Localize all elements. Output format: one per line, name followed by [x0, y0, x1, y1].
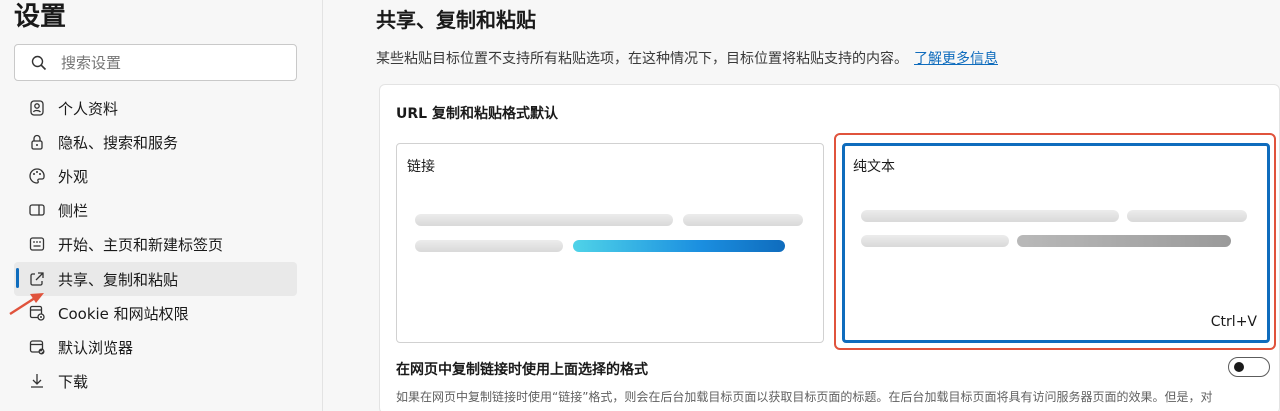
- profile-icon: [28, 99, 46, 117]
- toggle-description: 如果在网页中复制链接时使用“链接”格式，则会在后台加载目标页面以获取目标页面的标…: [396, 390, 1213, 404]
- preview-bar: [415, 240, 563, 252]
- sidebar-item-privacy[interactable]: 隐私、搜索和服务: [14, 125, 297, 159]
- page-description: 某些粘贴目标位置不支持所有粘贴选项，在这种情况下，目标位置将粘贴支持的内容。 了解…: [376, 48, 998, 68]
- sidebar-item-label: 默认浏览器: [58, 338, 134, 357]
- search-input[interactable]: [61, 53, 261, 72]
- preview-plain-bar: [1017, 235, 1231, 247]
- toggle-label: 在网页中复制链接时使用上面选择的格式: [396, 362, 648, 378]
- active-indicator: [16, 268, 19, 288]
- learn-more-link[interactable]: 了解更多信息: [914, 51, 998, 67]
- sidebar-item-label: 个人资料: [58, 99, 119, 118]
- search-icon: [31, 55, 47, 70]
- sidebar-item-label: Cookie 和网站权限: [58, 304, 189, 323]
- preview-bar: [415, 214, 673, 226]
- option-link-label: 链接: [407, 159, 435, 175]
- sidebar-item-profile[interactable]: 个人资料: [14, 91, 297, 125]
- sidebar-item-sidebar[interactable]: 侧栏: [14, 193, 297, 227]
- sidebar-item-label: 外观: [58, 167, 89, 186]
- option-link[interactable]: 链接: [396, 143, 824, 343]
- sidebar-item-label: 侧栏: [58, 201, 89, 220]
- settings-sidebar: 设置 个人资料 隐私、搜索和服务 外观 侧栏 开始、主页和新建标签页 共享、复制…: [0, 0, 323, 411]
- description-text: 某些粘贴目标位置不支持所有粘贴选项，在这种情况下，目标位置将粘贴支持的内容。: [376, 51, 908, 67]
- sidebar-icon: [28, 201, 46, 219]
- card-title: URL 复制和粘贴格式默认: [396, 106, 558, 122]
- sidebar-item-default-browser[interactable]: 默认浏览器: [14, 330, 297, 364]
- option-plain-text[interactable]: 纯文本 Ctrl+V: [842, 143, 1270, 343]
- option-plain-label: 纯文本: [853, 159, 895, 175]
- sidebar-item-downloads[interactable]: 下载: [14, 364, 297, 398]
- sidebar-item-share-copy-paste[interactable]: 共享、复制和粘贴: [14, 262, 297, 296]
- sidebar-item-appearance[interactable]: 外观: [14, 159, 297, 193]
- share-icon: [28, 270, 46, 288]
- sidebar-item-label: 共享、复制和粘贴: [58, 270, 179, 289]
- toggle-knob: [1234, 362, 1244, 372]
- preview-link-bar: [573, 240, 785, 252]
- sidebar-item-label: 开始、主页和新建标签页: [58, 235, 224, 254]
- main-content: 共享、复制和粘贴 某些粘贴目标位置不支持所有粘贴选项，在这种情况下，目标位置将粘…: [324, 0, 1280, 411]
- home-grid-icon: [28, 235, 46, 253]
- browser-icon: [28, 338, 46, 356]
- sidebar-title: 设置: [14, 2, 67, 32]
- preview-bar: [1127, 210, 1247, 222]
- preview-bar: [861, 210, 1119, 222]
- download-icon: [28, 372, 46, 390]
- sidebar-item-start-home[interactable]: 开始、主页和新建标签页: [14, 227, 297, 261]
- shortcut-label: Ctrl+V: [1210, 314, 1257, 330]
- page-title: 共享、复制和粘贴: [376, 8, 536, 32]
- url-format-card: URL 复制和粘贴格式默认 链接 纯文本 Ctrl+V 在网页中复制链接时使用上…: [379, 84, 1280, 411]
- sidebar-item-cookies[interactable]: Cookie 和网站权限: [14, 296, 297, 330]
- preview-bar: [861, 235, 1009, 247]
- lock-icon: [28, 133, 46, 151]
- search-box[interactable]: [14, 44, 297, 81]
- preview-bar: [683, 214, 803, 226]
- palette-icon: [28, 167, 46, 185]
- sidebar-item-label: 下载: [58, 372, 89, 391]
- annotation-arrow-icon: [9, 293, 44, 316]
- sidebar-item-label: 隐私、搜索和服务: [58, 133, 179, 152]
- use-format-toggle[interactable]: [1228, 357, 1270, 377]
